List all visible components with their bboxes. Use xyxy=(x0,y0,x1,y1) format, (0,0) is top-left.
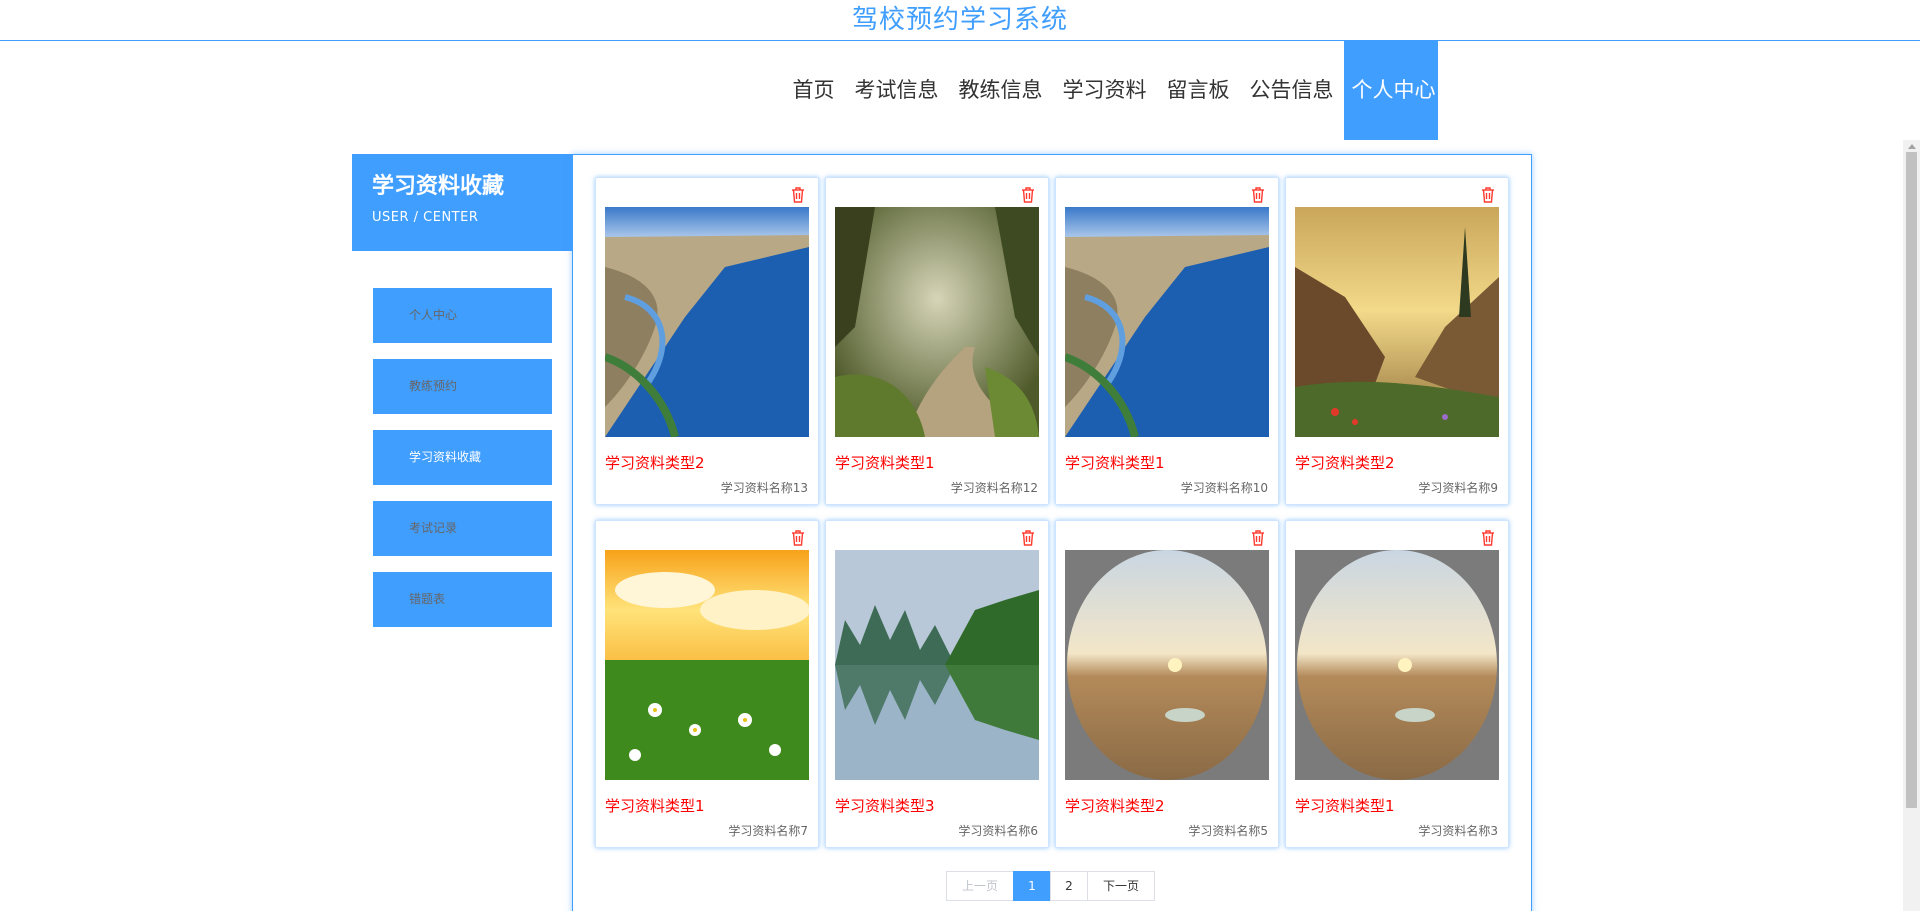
card-type: 学习资料类型2 xyxy=(605,454,705,472)
card-image-desert-circle[interactable] xyxy=(1295,550,1499,780)
card-name: 学习资料名称12 xyxy=(950,481,1038,495)
top-nav: 首页 考试信息 教练信息 学习资料 留言板 公告信息 个人中心 xyxy=(0,41,1920,140)
card-name: 学习资料名称6 xyxy=(958,824,1038,838)
card-image-coast[interactable] xyxy=(605,207,809,437)
sidebar-item-wrong-questions[interactable]: 错题表 xyxy=(373,572,552,627)
card-image-coast[interactable] xyxy=(1065,207,1269,437)
nav-item-user-center[interactable]: 个人中心 xyxy=(1343,41,1438,140)
site-header: 驾校预约学习系统 xyxy=(0,0,1920,41)
nav-list: 首页 考试信息 教练信息 学习资料 留言板 公告信息 个人中心 xyxy=(483,41,1438,140)
favorite-card[interactable]: 学习资料类型2 学习资料名称5 xyxy=(1055,520,1279,848)
card-image-daisy-sunset[interactable] xyxy=(605,550,809,780)
card-name: 学习资料名称9 xyxy=(1418,481,1498,495)
nav-item-messages[interactable]: 留言板 xyxy=(1157,41,1240,140)
card-image-karst-reflection[interactable] xyxy=(835,550,1039,780)
card-type: 学习资料类型2 xyxy=(1295,454,1395,472)
card-name: 学习资料名称13 xyxy=(720,481,808,495)
nav-item-home[interactable]: 首页 xyxy=(783,41,845,140)
favorites-grid: 学习资料类型2 学习资料名称13 学习资料类型1 学习资料名称12 学习资料类型… xyxy=(595,177,1509,848)
favorite-card[interactable]: 学习资料类型1 学习资料名称7 xyxy=(595,520,819,848)
favorites-panel: 学习资料类型2 学习资料名称13 学习资料类型1 学习资料名称12 学习资料类型… xyxy=(572,154,1532,911)
scrollbar-thumb[interactable] xyxy=(1906,152,1917,808)
card-type: 学习资料类型2 xyxy=(1065,797,1165,815)
card-name: 学习资料名称7 xyxy=(728,824,808,838)
card-type: 学习资料类型1 xyxy=(835,454,935,472)
page-scrollbar[interactable] xyxy=(1903,140,1920,911)
pagination-page-2[interactable]: 2 xyxy=(1050,871,1088,901)
trash-icon[interactable] xyxy=(1250,529,1266,547)
card-name: 学习资料名称10 xyxy=(1180,481,1268,495)
pagination: 上一页 1 2 下一页 xyxy=(946,871,1155,901)
trash-icon[interactable] xyxy=(790,186,806,204)
sidebar-item-exam-records[interactable]: 考试记录 xyxy=(373,501,552,556)
trash-icon[interactable] xyxy=(1480,186,1496,204)
card-name: 学习资料名称3 xyxy=(1418,824,1498,838)
trash-icon[interactable] xyxy=(1480,529,1496,547)
trash-icon[interactable] xyxy=(1020,529,1036,547)
card-type: 学习资料类型3 xyxy=(835,797,935,815)
sidebar-item-material-favorites[interactable]: 学习资料收藏 xyxy=(373,430,552,485)
pagination-next-button[interactable]: 下一页 xyxy=(1087,871,1155,901)
sidebar: 学习资料收藏 USER / CENTER 个人中心 教练预约 学习资料收藏 考试… xyxy=(352,154,572,643)
sidebar-title: 学习资料收藏 xyxy=(372,174,505,199)
favorite-card[interactable]: 学习资料类型3 学习资料名称6 xyxy=(825,520,1049,848)
pagination-prev-button[interactable]: 上一页 xyxy=(946,871,1014,901)
card-type: 学习资料类型1 xyxy=(1295,797,1395,815)
app-root: 驾校预约学习系统 首页 考试信息 教练信息 学习资料 留言板 公告信息 个人中心… xyxy=(0,0,1920,911)
favorite-card[interactable]: 学习资料类型1 学习资料名称3 xyxy=(1285,520,1509,848)
favorite-card[interactable]: 学习资料类型1 学习资料名称10 xyxy=(1055,177,1279,505)
scroll-up-arrow-icon[interactable] xyxy=(1908,144,1916,149)
nav-item-notices[interactable]: 公告信息 xyxy=(1240,41,1344,140)
trash-icon[interactable] xyxy=(790,529,806,547)
favorite-card[interactable]: 学习资料类型2 学习资料名称13 xyxy=(595,177,819,505)
card-image-desert-circle[interactable] xyxy=(1065,550,1269,780)
sidebar-subtitle: USER / CENTER xyxy=(372,210,479,225)
sidebar-item-user-center[interactable]: 个人中心 xyxy=(373,288,552,343)
site-title: 驾校预约学习系统 xyxy=(851,5,1068,35)
sidebar-header: 学习资料收藏 USER / CENTER xyxy=(352,154,572,251)
trash-icon[interactable] xyxy=(1020,186,1036,204)
favorite-card[interactable]: 学习资料类型1 学习资料名称12 xyxy=(825,177,1049,505)
sidebar-item-coach-booking[interactable]: 教练预约 xyxy=(373,359,552,414)
sidebar-menu: 个人中心 教练预约 学习资料收藏 考试记录 错题表 xyxy=(373,288,572,627)
card-type: 学习资料类型1 xyxy=(1065,454,1165,472)
favorite-card[interactable]: 学习资料类型2 学习资料名称9 xyxy=(1285,177,1509,505)
trash-icon[interactable] xyxy=(1250,186,1266,204)
nav-item-coaches[interactable]: 教练信息 xyxy=(949,41,1053,140)
nav-item-exams[interactable]: 考试信息 xyxy=(845,41,949,140)
card-type: 学习资料类型1 xyxy=(605,797,705,815)
card-name: 学习资料名称5 xyxy=(1188,824,1268,838)
card-image-forest-path[interactable] xyxy=(835,207,1039,437)
pagination-page-1[interactable]: 1 xyxy=(1013,871,1051,901)
nav-item-materials[interactable]: 学习资料 xyxy=(1053,41,1157,140)
card-image-mountain-valley[interactable] xyxy=(1295,207,1499,437)
